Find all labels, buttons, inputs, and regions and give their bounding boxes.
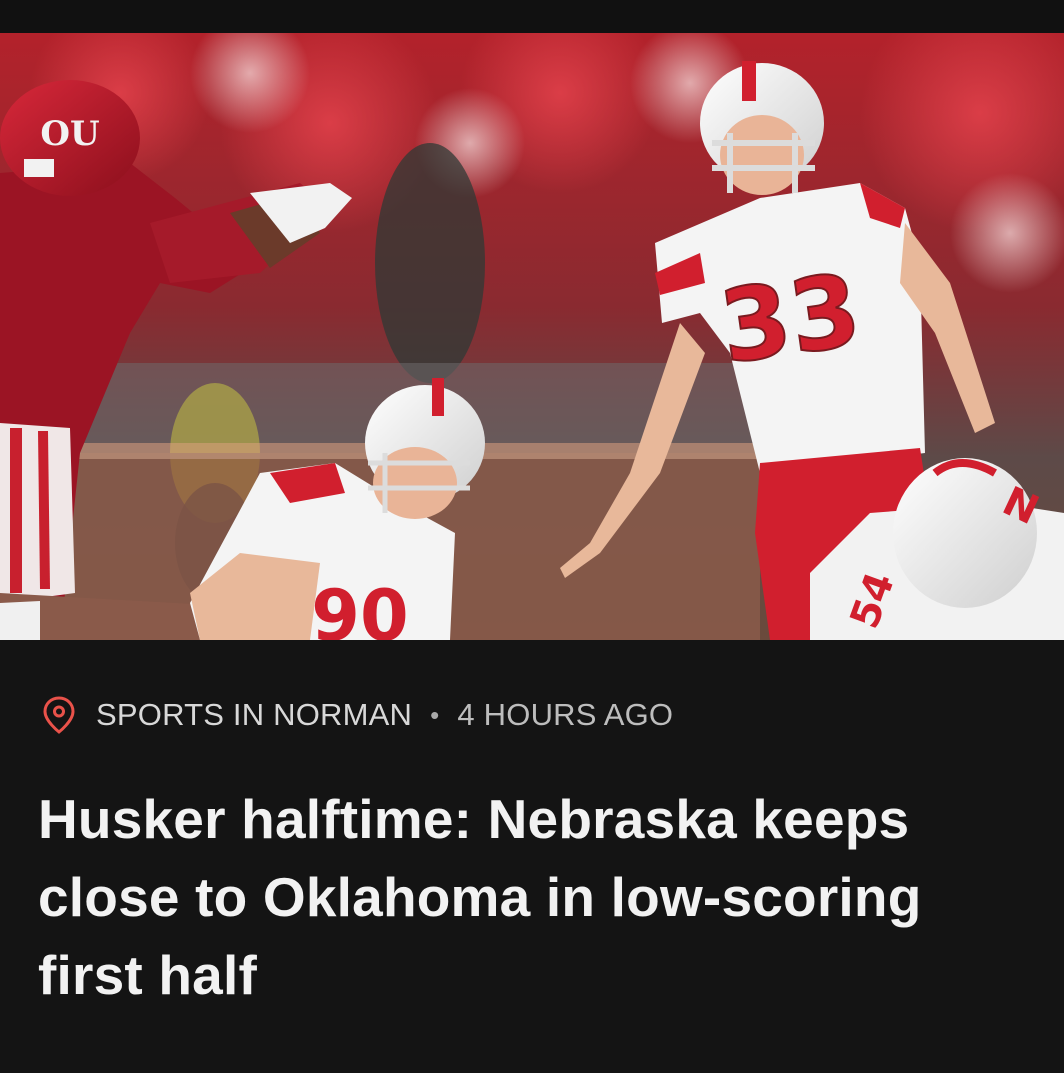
- meta-separator: •: [430, 699, 440, 730]
- svg-text:OU: OU: [40, 114, 99, 154]
- jersey-number-90: 90: [311, 575, 408, 640]
- article-hero-image[interactable]: OU 33 90 54 N: [0, 33, 1064, 640]
- jersey-number-33: 33: [713, 251, 867, 386]
- location-pin-icon: [43, 696, 75, 734]
- football-photo: OU 33 90 54 N: [0, 33, 1064, 640]
- location-link[interactable]: SPORTS IN NORMAN: [96, 697, 412, 733]
- article-meta: SPORTS IN NORMAN • 4 HOURS AGO: [40, 694, 673, 736]
- article-headline[interactable]: Husker halftime: Nebraska keeps close to…: [38, 780, 1018, 1014]
- published-time: 4 HOURS AGO: [457, 697, 674, 732]
- news-card[interactable]: OU 33 90 54 N SPORTS IN NORMAN • 4 HOURS…: [0, 0, 1064, 1073]
- top-strip: [0, 0, 1064, 33]
